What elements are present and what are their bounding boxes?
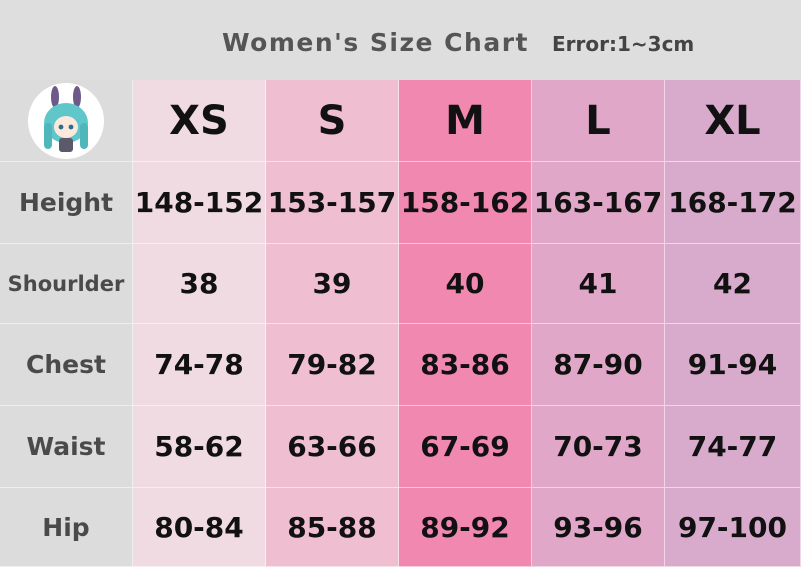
shoulder-xl: 42 [665,244,801,324]
size-header-xs: XS [133,80,266,162]
logo-cell [0,80,133,162]
row-label-hip: Hip [0,488,133,567]
waist-m: 67-69 [399,406,532,488]
hip-xs: 80-84 [133,488,266,567]
size-table: XS S M L XL Height 148-152 153-157 158-1… [0,80,801,567]
chest-xl: 91-94 [665,324,801,406]
waist-l: 70-73 [532,406,665,488]
height-l: 163-167 [532,162,665,244]
row-label-chest: Chest [0,324,133,406]
size-header-m: M [399,80,532,162]
hip-l: 93-96 [532,488,665,567]
shoulder-l: 41 [532,244,665,324]
chest-m: 83-86 [399,324,532,406]
waist-s: 63-66 [266,406,399,488]
hip-xl: 97-100 [665,488,801,567]
height-m: 158-162 [399,162,532,244]
size-header-l: L [532,80,665,162]
chest-xs: 74-78 [133,324,266,406]
shoulder-m: 40 [399,244,532,324]
shoulder-s: 39 [266,244,399,324]
chart-header: Women's Size Chart Error:1~3cm [0,0,801,80]
height-s: 153-157 [266,162,399,244]
size-chart: Women's Size Chart Error:1~3cm XS S M L … [0,0,801,567]
size-header-xl: XL [665,80,801,162]
waist-xl: 74-77 [665,406,801,488]
hip-m: 89-92 [399,488,532,567]
hip-s: 85-88 [266,488,399,567]
size-header-s: S [266,80,399,162]
height-xs: 148-152 [133,162,266,244]
chest-s: 79-82 [266,324,399,406]
row-label-shoulder: Shourlder [0,244,133,324]
waist-xs: 58-62 [133,406,266,488]
height-xl: 168-172 [665,162,801,244]
row-label-waist: Waist [0,406,133,488]
chest-l: 87-90 [532,324,665,406]
error-note: Error:1~3cm [552,32,695,56]
row-label-height: Height [0,162,133,244]
chibi-character-avatar-icon [28,82,104,159]
shoulder-xs: 38 [133,244,266,324]
chart-title: Women's Size Chart [222,28,529,57]
